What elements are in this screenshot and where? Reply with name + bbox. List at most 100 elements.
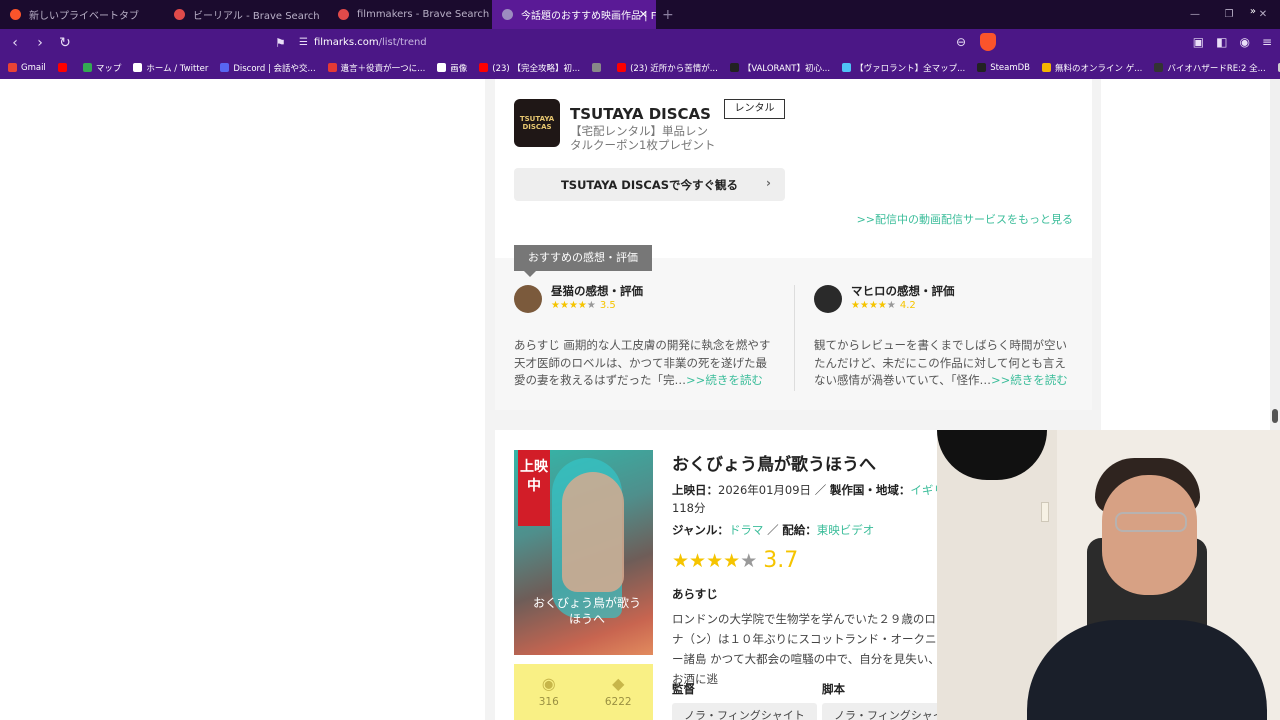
poster-art	[562, 472, 624, 592]
star-icon: ★	[672, 550, 690, 572]
bookmark-item[interactable]: SteamDB	[977, 63, 1030, 73]
site-settings-icon[interactable]: ☰	[299, 37, 308, 48]
reload-icon[interactable]: ↻	[55, 35, 75, 51]
bookmarks-overflow-icon[interactable]: »	[1250, 6, 1256, 17]
bookmark-item[interactable]: ホーム / Twitter	[133, 62, 208, 74]
bookmark-label: Gmail	[21, 62, 46, 73]
reviewer-name[interactable]: 昼猫の感想・評価	[551, 283, 643, 299]
watched-count: 316	[538, 696, 559, 708]
distributor-link[interactable]: 東映ビデオ	[817, 523, 875, 537]
rating-stars: ★★★★★ 3.5	[551, 300, 616, 311]
bookmark-item[interactable]: 遺言＋役責が一つに...	[327, 62, 425, 74]
writer-chip[interactable]: ノラ・フィングシャイ	[822, 703, 956, 720]
star-icons: ★★★★★	[851, 300, 896, 311]
minimize-icon[interactable]: —	[1178, 9, 1212, 20]
director-label: 監督	[672, 682, 695, 696]
bookmark-item[interactable]: 【VALORANT】初心...	[729, 62, 831, 74]
bookmark-icon[interactable]: ⚑	[275, 36, 291, 50]
address-bar[interactable]: filmarks.com/list/trend	[314, 37, 427, 48]
new-tab-button[interactable]: +	[662, 7, 674, 23]
watch-now-button[interactable]: TSUTAYA DISCASで今すぐ観る ›	[514, 168, 785, 201]
zoom-icon[interactable]: ⊖	[956, 35, 966, 49]
more-services-link[interactable]: >>配信中の動画配信サービスをもっと見る	[857, 211, 1073, 227]
bookmark-favicon-icon	[8, 63, 17, 72]
bookmark-label: 無料のオンライン ゲ...	[1055, 63, 1143, 74]
forward-icon[interactable]: ›	[30, 35, 50, 51]
search-favicon-icon	[338, 9, 349, 20]
tsutaya-logo: TSUTAYA DISCAS	[514, 99, 560, 147]
bookmark-label: マップ	[95, 63, 122, 74]
bookmark-label: 画像	[450, 63, 468, 74]
rental-badge: レンタル	[724, 99, 785, 119]
bookmark-item[interactable]: (23) 【完全攻略】初...	[479, 62, 580, 74]
read-more-link[interactable]: >>続きを読む	[686, 373, 763, 387]
bookmarks-bar: Gmail マップ ホーム / Twitter Discord | 会話や交... 遺言…	[0, 56, 1280, 79]
tab-bereal-search[interactable]: ビーリアル - Brave Search	[164, 0, 328, 29]
bookmark-item[interactable]: Gmail	[8, 63, 46, 73]
wallet-icon[interactable]: ▣	[1193, 35, 1204, 49]
bookmark-item[interactable]: 【ヴァロラント】全マップ...	[842, 62, 965, 74]
star-icon: ★	[886, 300, 896, 311]
bookmark-favicon-icon	[592, 63, 602, 72]
menu-icon[interactable]: ≡	[1262, 35, 1272, 49]
movie-poster[interactable]: 上映中 おくびょう鳥が歌うほうへ	[514, 450, 653, 655]
star-icons: ★★★★★	[551, 300, 596, 311]
bookmark-item[interactable]: マップ	[82, 62, 122, 74]
bookmark-item[interactable]	[592, 63, 605, 72]
tab-private[interactable]: 新しいプライベートタブ	[0, 0, 164, 29]
bookmark-favicon-icon	[842, 63, 852, 72]
genre-label: ジャンル：	[672, 523, 729, 537]
tab-filmmakers-search[interactable]: filmmakers - Brave Search	[328, 0, 492, 29]
bookmark-favicon-icon	[220, 63, 230, 72]
rating-score: 3.5	[599, 300, 616, 311]
avatar[interactable]	[814, 285, 842, 313]
clip-icon: ◆	[612, 674, 625, 693]
clip-count: 6222	[604, 696, 632, 708]
star-icon: ★	[706, 550, 724, 572]
read-more-link[interactable]: >>続きを読む	[991, 373, 1068, 387]
bookmark-label: SteamDB	[990, 62, 1031, 73]
movie-title[interactable]: おくびょう鳥が歌うほうへ	[672, 450, 876, 475]
reviewer-name[interactable]: マヒロの感想・評価	[851, 283, 955, 299]
bookmark-item[interactable]: バイオハザードRE:2 全...	[1154, 62, 1266, 74]
webcam-person-face	[1102, 475, 1197, 595]
avatar[interactable]	[514, 285, 542, 313]
service-name: TSUTAYA DISCAS	[570, 105, 711, 123]
rating-stars: ★★★★★ 4.2	[851, 300, 916, 311]
director-chip[interactable]: ノラ・フィングシャイト	[672, 703, 817, 720]
runtime: 118分	[672, 501, 706, 515]
action-counts: ◉ 316 ◆ 6222	[514, 664, 653, 720]
star-icon: ★	[689, 550, 707, 572]
tab-filmarks[interactable]: 今話題のおすすめ映画作品 | Filmarks ✕	[492, 0, 656, 29]
bookmark-item[interactable]: Discord | 会話や交...	[220, 62, 316, 74]
bookmark-item[interactable]: 画像	[437, 62, 467, 74]
star-icon: ★	[559, 300, 569, 311]
watched-button[interactable]: ◉ 316	[514, 664, 584, 720]
restore-icon[interactable]: ❐	[1212, 9, 1246, 20]
bookmark-favicon-icon	[1154, 63, 1164, 72]
star-icon: ★	[577, 300, 587, 311]
release-info: 上映日：2026年01月09日 ／ 製作国・地域：イギリ	[672, 483, 945, 497]
back-icon[interactable]: ‹	[5, 35, 25, 51]
genre-link[interactable]: ドラマ	[729, 523, 764, 537]
tab-label: 新しいプライベートタブ	[29, 11, 139, 22]
bookmark-favicon-icon	[617, 63, 627, 72]
clip-button[interactable]: ◆ 6222	[584, 664, 654, 720]
bookmark-label: 【VALORANT】初心...	[742, 63, 831, 74]
bookmark-item[interactable]: (23) 近所から苦情が...	[617, 62, 718, 74]
sidebar-icon[interactable]: ◧	[1216, 35, 1227, 49]
star-icon: ★	[723, 550, 741, 572]
bookmark-item[interactable]: 無料のオンライン ゲ...	[1042, 62, 1142, 74]
close-tab-icon[interactable]: ✕	[639, 8, 648, 21]
bookmark-favicon-icon	[437, 63, 447, 72]
star-icon: ★	[851, 300, 860, 311]
private-icon[interactable]: ◉	[1239, 35, 1249, 49]
star-icon: ★	[859, 300, 869, 311]
synopsis-text: ロンドンの大学院で生物学を学んでいた２９歳のロナ（ン）は１０年ぶりにスコットラン…	[672, 612, 940, 686]
bookmark-item[interactable]	[57, 63, 71, 72]
scrollbar-thumb[interactable]	[1272, 409, 1278, 423]
reviews-tab[interactable]: おすすめの感想・評価	[514, 245, 652, 277]
bookmark-label: (23) 近所から苦情が...	[630, 63, 718, 74]
brave-shields-icon[interactable]	[980, 33, 996, 51]
bookmark-label: 【ヴァロラント】全マップ...	[855, 63, 966, 74]
